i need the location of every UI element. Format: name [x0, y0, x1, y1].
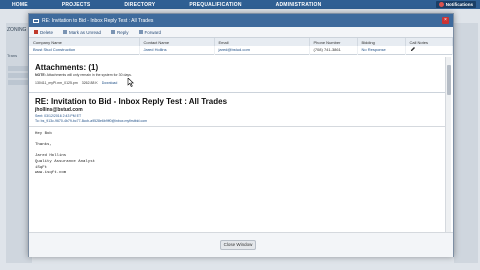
background-row: [8, 66, 30, 71]
attachment-file-size: 3262.88 K: [81, 80, 98, 85]
background-sub-label: Trans: [7, 53, 18, 58]
nav-prequalification[interactable]: PREQUALIFICATION: [189, 2, 241, 8]
message-toolbar: Delete Mark as Unread Reply Forward: [29, 27, 453, 38]
nav-projects[interactable]: PROJECTS: [62, 2, 91, 8]
email-link[interactable]: jared@bstud.com: [214, 46, 310, 54]
background-section-title: ZONING: [7, 27, 27, 33]
envelope-icon: [63, 30, 68, 34]
email-to: To: bs_913c-9670-4b79-bc77-8ccb-a9528e6b…: [35, 119, 148, 123]
attachment-file-name: 130411_myPI.nm_0125.pm: [35, 80, 78, 85]
contact-name-link[interactable]: Jared Hollins: [139, 46, 215, 54]
email-subject: RE: Invitation to Bid - Inbox Reply Test…: [35, 97, 228, 106]
body-divider: [29, 126, 445, 127]
email-body-line: www.isqft.com: [35, 171, 67, 176]
forward-label: Forward: [144, 29, 162, 35]
attachment-item: 130411_myPI.nm_0125.pm 3262.88 K Downloa…: [35, 78, 445, 87]
email-sent: Sent: 03/12/2016 2:43 PM ET: [35, 114, 82, 118]
modal-footer: Close Window: [29, 232, 453, 257]
mouse-cursor-icon: [127, 78, 135, 87]
call-notes-cell[interactable]: [405, 46, 453, 54]
reply-icon: [111, 30, 116, 34]
notifications-label: Notifications: [445, 2, 473, 7]
column-header[interactable]: Email: [214, 38, 310, 46]
notification-badge-icon: [438, 2, 444, 7]
bidding-status-link[interactable]: No Response: [357, 46, 406, 54]
column-header[interactable]: Company Name: [29, 38, 140, 46]
mark-unread-label: Mark as Unread: [69, 29, 102, 35]
note-label: NOTE:: [35, 73, 46, 77]
nav-directory[interactable]: DIRECTORY: [124, 2, 155, 8]
background-right-panel: [454, 23, 478, 263]
modal-title: RE: Invitation to Bid - Inbox Reply Test…: [42, 17, 154, 24]
download-link[interactable]: Download: [102, 81, 118, 85]
delete-button[interactable]: Delete: [34, 30, 53, 35]
close-icon[interactable]: ×: [442, 17, 449, 24]
message-content: Attachments: (1) NOTE: Attachments will …: [29, 57, 445, 232]
phone-number: (708) 741-3861: [309, 46, 358, 54]
scrollbar-thumb[interactable]: [447, 65, 451, 95]
nav-home[interactable]: HOME: [12, 2, 28, 8]
mark-unread-button[interactable]: Mark as Unread: [63, 30, 101, 35]
company-name-link[interactable]: Brust Stud Construction: [29, 46, 140, 54]
table-row: Brust Stud Construction Jared Hollins ja…: [29, 46, 453, 54]
notifications-button[interactable]: Notifications: [435, 1, 476, 8]
column-header[interactable]: Call Notes: [405, 38, 453, 46]
message-modal: RE: Invitation to Bid - Inbox Reply Test…: [28, 13, 454, 257]
note-text: Attachments will only remain in the syst…: [46, 73, 132, 77]
email-body: Hey Bob Thanks, Jared Hollins Quality Ass…: [35, 132, 445, 177]
contact-table: Company Name Contact Name Email Phone Nu…: [29, 38, 453, 55]
content-scrollbar[interactable]: [445, 57, 451, 232]
close-window-button[interactable]: Close Window: [220, 240, 256, 250]
section-divider: [29, 92, 445, 93]
column-header[interactable]: Phone Number: [309, 38, 358, 46]
top-navigation-bar: HOME PROJECTS DIRECTORY PREQUALIFICATION…: [0, 0, 480, 9]
reply-label: Reply: [117, 29, 129, 35]
modal-header: RE: Invitation to Bid - Inbox Reply Test…: [29, 14, 453, 27]
forward-icon: [138, 30, 143, 34]
attachments-note: NOTE: Attachments will only remain in th…: [35, 73, 445, 77]
delete-icon: [34, 30, 38, 34]
pencil-icon[interactable]: [410, 46, 416, 52]
background-row: [8, 80, 30, 85]
delete-label: Delete: [40, 29, 54, 35]
nav-administration[interactable]: ADMINISTRATION: [276, 2, 322, 8]
envelope-icon: [33, 18, 39, 23]
email-from: jhollins@bstud.com: [35, 107, 83, 113]
attachments-title: Attachments: (1): [35, 63, 99, 72]
column-header[interactable]: Contact Name: [139, 38, 215, 46]
reply-button[interactable]: Reply: [111, 30, 129, 35]
column-header[interactable]: Bidding: [357, 38, 406, 46]
table-header-row: Company Name Contact Name Email Phone Nu…: [29, 38, 453, 46]
forward-button[interactable]: Forward: [138, 29, 162, 35]
background-row: [8, 73, 30, 78]
